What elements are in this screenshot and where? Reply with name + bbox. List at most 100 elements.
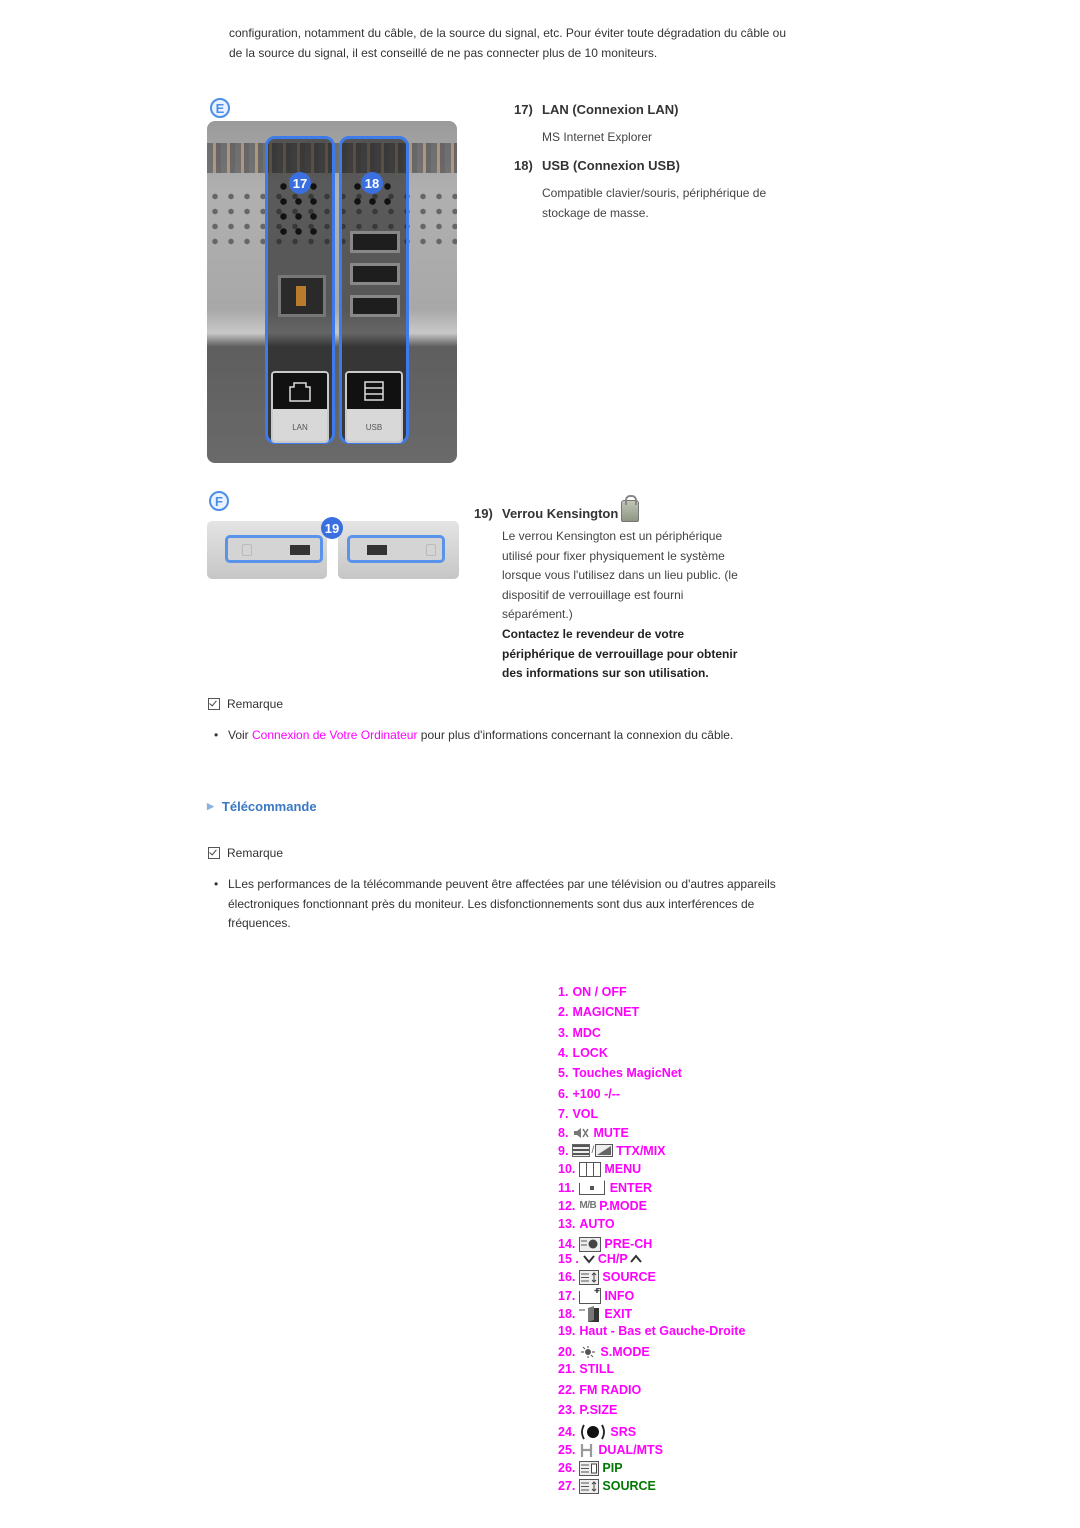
remote-button-item: 3. MDC: [558, 1026, 601, 1040]
remote-button-item: 26. PIP: [558, 1460, 623, 1476]
source-icon: [579, 1478, 600, 1494]
remote-button-item: 21. STILL: [558, 1362, 614, 1376]
remote-item-label: DUAL/MTS: [598, 1443, 663, 1457]
note-2-bullet: • LLes performances de la télécommande p…: [210, 875, 776, 934]
remote-item-label: CH/P: [597, 1252, 628, 1266]
usb-port-label: USB: [345, 371, 403, 443]
remote-button-item: 22. FM RADIO: [558, 1383, 641, 1397]
note-remarque-1: Remarque: [208, 697, 283, 711]
remote-item-label: VOL: [572, 1106, 599, 1121]
usb-port-1: [350, 231, 400, 253]
remote-button-item: 16. SOURCE: [558, 1269, 656, 1285]
bullet-dot: •: [214, 877, 219, 891]
remote-item-number: 18.: [558, 1307, 576, 1321]
figure-e-lan-usb-photo: LAN USB 17 18: [207, 121, 457, 463]
source-icon: [579, 1269, 600, 1285]
remote-item-label: PIP: [602, 1461, 623, 1475]
remote-item-number: 1.: [558, 985, 569, 999]
remote-item-number: 12.: [558, 1198, 576, 1213]
bullet-dot: •: [214, 728, 219, 742]
remote-button-item: 19. Haut - Bas et Gauche-Droite: [558, 1324, 745, 1338]
remote-item-label: STILL: [579, 1362, 615, 1376]
remote-item-label: INFO: [604, 1289, 635, 1303]
remote-item-number: 21.: [558, 1362, 576, 1376]
figure-f-letter-badge: F: [209, 491, 229, 511]
checkbox-note-icon: [208, 698, 220, 710]
remote-button-item: 24. SRS: [558, 1423, 636, 1441]
badge-19: 19: [321, 517, 343, 539]
remote-item-number: 17.: [558, 1289, 576, 1303]
remote-item-label: Haut - Bas et Gauche-Droite: [579, 1324, 746, 1338]
remote-button-item: 13. AUTO: [558, 1217, 615, 1231]
remote-button-item: 25. DUAL/MTS: [558, 1443, 663, 1458]
remote-item-label: SOURCE: [602, 1479, 656, 1493]
remote-button-item: 5. Touches MagicNet: [558, 1066, 682, 1080]
remote-button-item: 1. ON / OFF: [558, 985, 627, 999]
remote-item-number: 11.: [558, 1180, 575, 1195]
remote-item-label: S.MODE: [600, 1344, 650, 1359]
remote-item-number: 14.: [558, 1237, 576, 1251]
remote-item-label: P.MODE: [599, 1198, 647, 1213]
connexion-ordinateur-link[interactable]: Connexion de Votre Ordinateur: [252, 728, 417, 742]
remote-item-number: 16.: [558, 1270, 576, 1284]
mute-icon: [572, 1126, 590, 1140]
remote-button-item: 9. / TTX/MIX: [558, 1144, 666, 1158]
item-18-desc: Compatible clavier/souris, périphérique …: [542, 186, 767, 220]
remote-item-number: 7.: [558, 1106, 569, 1121]
mb-icon: M/B: [579, 1200, 597, 1211]
badge-17: 17: [289, 172, 311, 194]
usb-port-2: [350, 263, 400, 285]
chevron-up-icon: [629, 1254, 642, 1264]
remote-item-number: 24.: [558, 1425, 576, 1439]
section-arrow-icon: ▶: [207, 801, 214, 811]
kensington-slot-left: [225, 535, 323, 563]
remote-button-item: 17. INFO: [558, 1288, 634, 1304]
remote-item-number: 5.: [558, 1066, 569, 1081]
remote-item-label: +100 -/--: [572, 1086, 621, 1101]
remote-item-number: 9.: [558, 1143, 569, 1158]
item-19-desc: Le verrou Kensington est un périphérique…: [502, 529, 738, 681]
remote-button-item: 11. ENTER: [558, 1180, 652, 1195]
remote-item-number: 4.: [558, 1045, 569, 1060]
usb-stack-icon: [364, 381, 384, 401]
remote-button-item: 15 . CH/P: [558, 1252, 645, 1266]
ethernet-icon: [289, 382, 311, 402]
remote-button-item: 4. LOCK: [558, 1046, 608, 1060]
lock-icon: [426, 544, 436, 556]
remote-item-label: ENTER: [609, 1180, 653, 1195]
remote-item-label: MUTE: [593, 1125, 629, 1140]
remote-item-number: 22.: [558, 1382, 576, 1397]
item-17-heading: 17) LAN (Connexion LAN): [514, 102, 679, 117]
remote-item-label: TTX/MIX: [616, 1143, 666, 1158]
usb-port-3: [350, 295, 400, 317]
s-mode-icon: [579, 1345, 597, 1358]
remote-item-label: FM RADIO: [579, 1382, 642, 1397]
menu-icon: [579, 1161, 602, 1177]
note-1-bullet: • Voir Connexion de Votre Ordinateur pou…: [210, 726, 733, 746]
lan-port: [278, 275, 326, 317]
chevron-down-icon: [583, 1254, 595, 1264]
remote-item-label: MDC: [572, 1025, 601, 1040]
remote-item-label: PRE-CH: [604, 1237, 653, 1251]
remote-button-item: 2. MAGICNET: [558, 1005, 639, 1019]
remote-item-label: MENU: [604, 1162, 642, 1176]
remote-item-number: 23.: [558, 1403, 576, 1417]
kensington-slot-right: [347, 535, 445, 563]
remote-button-item: 20. S.MODE: [558, 1345, 650, 1359]
section-telecommande[interactable]: ▶ Télécommande: [207, 799, 317, 814]
remote-button-item: 23. P.SIZE: [558, 1403, 617, 1417]
remote-item-label: EXIT: [604, 1307, 633, 1321]
remote-button-item: 18. EXIT: [558, 1306, 632, 1322]
remote-button-item: 10. MENU: [558, 1161, 642, 1177]
remote-item-number: 3.: [558, 1025, 569, 1040]
remote-item-number: 15 .: [558, 1252, 579, 1266]
remote-item-number: 27.: [558, 1479, 576, 1493]
remote-item-number: 2.: [558, 1005, 569, 1020]
remote-item-number: 10.: [558, 1162, 576, 1176]
remote-item-label: SOURCE: [602, 1270, 656, 1284]
badge-18: 18: [361, 172, 383, 194]
pre-ch-icon: [579, 1236, 602, 1252]
enter-icon: [578, 1180, 607, 1195]
figure-f-kensington-photo: 19: [207, 517, 459, 581]
note-remarque-2: Remarque: [208, 846, 283, 860]
